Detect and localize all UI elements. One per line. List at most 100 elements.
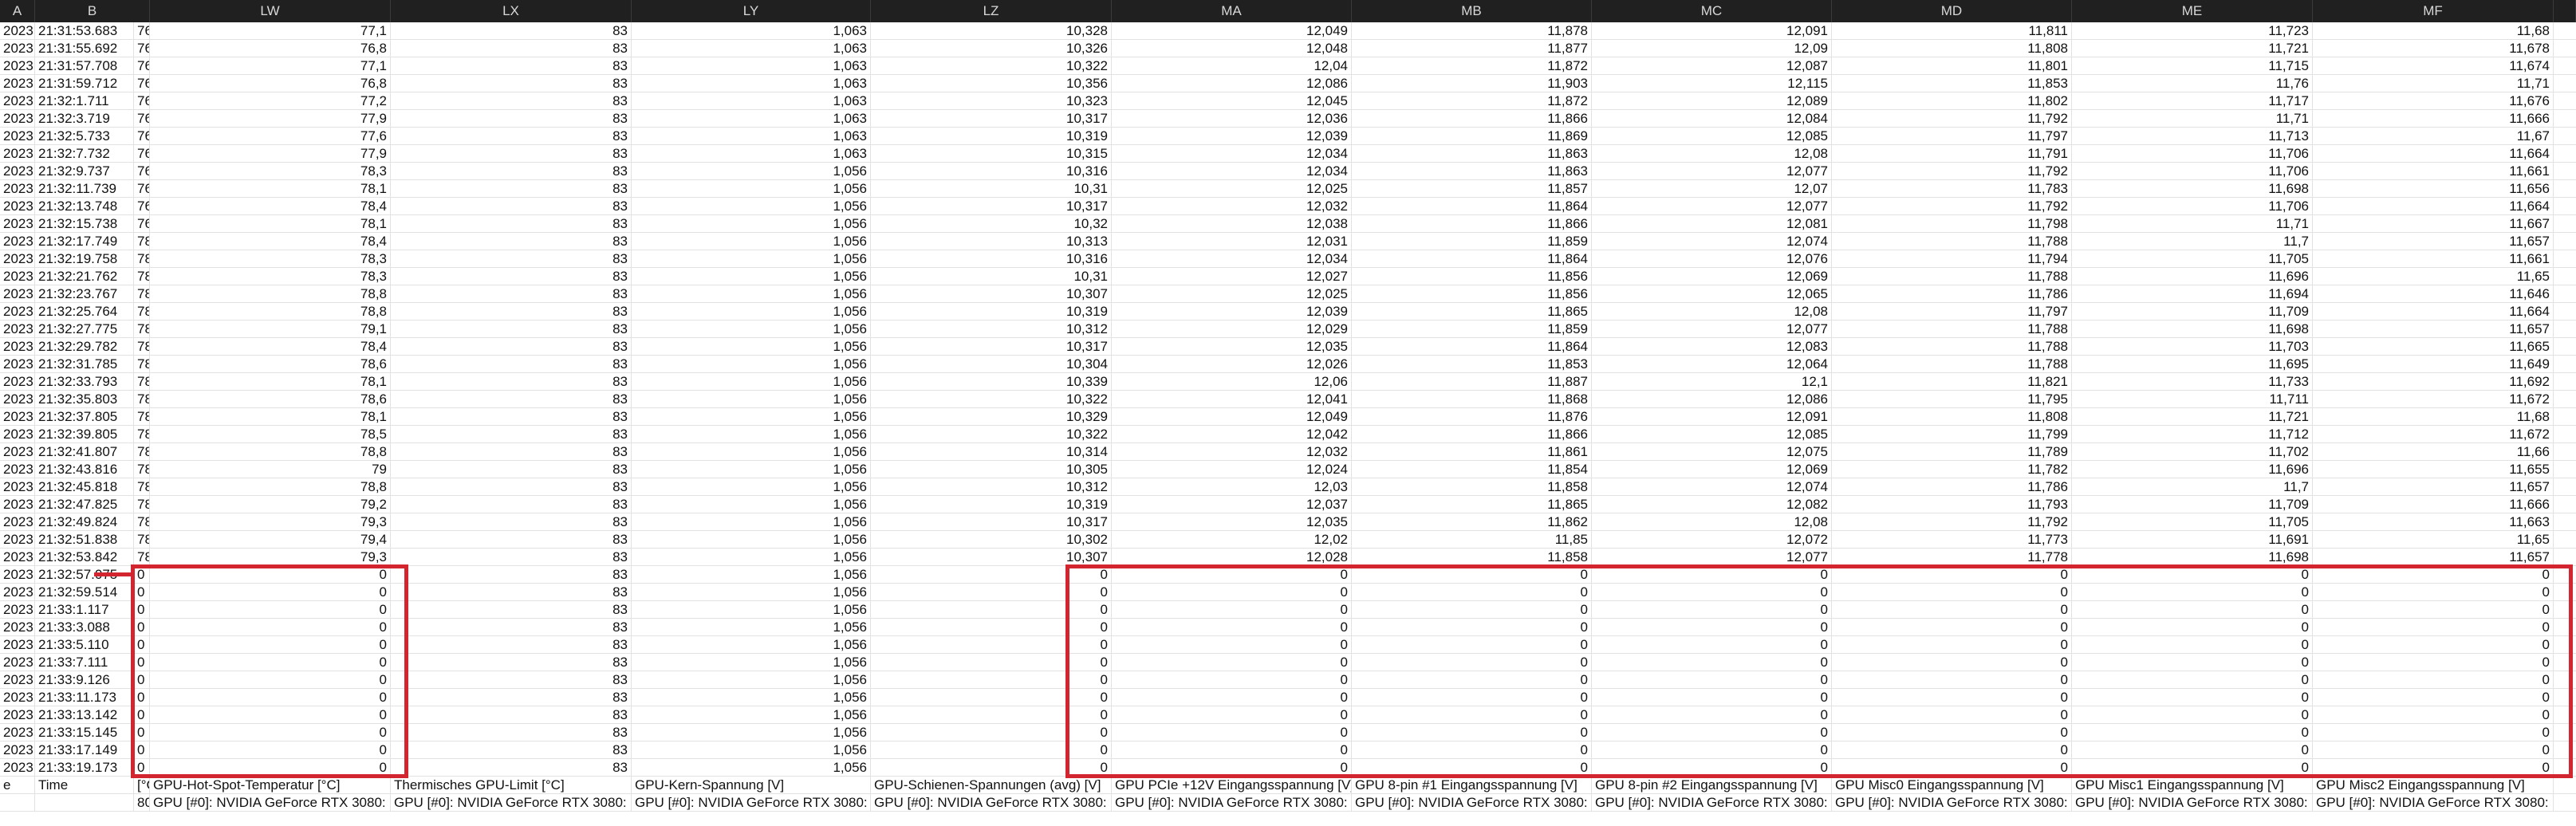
table-cell[interactable]: 78,3: [150, 268, 391, 285]
table-cell[interactable]: 11,866: [1352, 110, 1592, 127]
table-cell[interactable]: 2023: [0, 391, 35, 407]
table-cell[interactable]: 11,678: [2313, 40, 2554, 57]
table-cell[interactable]: 2023: [0, 215, 35, 232]
table-cell[interactable]: 11,802: [1832, 92, 2072, 109]
table-cell[interactable]: 0: [2072, 689, 2313, 706]
table-cell[interactable]: 2023: [0, 373, 35, 390]
table-cell[interactable]: 78: [134, 549, 150, 565]
table-cell[interactable]: 11,664: [2313, 145, 2554, 162]
table-cell[interactable]: 10,317: [871, 110, 1112, 127]
column-header[interactable]: MB: [1352, 0, 1592, 22]
table-cell[interactable]: 0: [2313, 689, 2554, 706]
table-cell[interactable]: 21:32:47.825: [35, 496, 134, 513]
table-cell[interactable]: 0: [1352, 601, 1592, 618]
table-cell[interactable]: 21:33:13.142: [35, 706, 134, 723]
table-cell[interactable]: 11,705: [2072, 513, 2313, 530]
column-header[interactable]: MD: [1832, 0, 2072, 22]
device-name-cell[interactable]: 80:: [134, 794, 150, 812]
table-cell[interactable]: 11,705: [2072, 250, 2313, 267]
table-cell[interactable]: 0: [2313, 706, 2554, 723]
table-cell[interactable]: 0: [150, 724, 391, 741]
table-cell[interactable]: 83: [391, 531, 632, 548]
table-cell[interactable]: 12,039: [1112, 303, 1352, 320]
table-cell[interactable]: 11,649: [2313, 356, 2554, 372]
device-name-cell[interactable]: GPU [#0]: NVIDIA GeForce RTX 3080:: [150, 794, 391, 812]
table-cell[interactable]: 12,065: [1592, 285, 1832, 302]
table-cell[interactable]: 11,657: [2313, 321, 2554, 337]
table-cell[interactable]: 83: [391, 268, 632, 285]
table-cell[interactable]: 0: [1832, 759, 2072, 776]
table-cell[interactable]: 11,872: [1352, 92, 1592, 109]
sensor-name-cell[interactable]: GPU 8-pin #1 Eingangsspannung [V]: [1352, 777, 1592, 794]
table-cell[interactable]: 10,305: [871, 461, 1112, 478]
table-cell[interactable]: 0: [1352, 724, 1592, 741]
table-cell[interactable]: 0: [871, 706, 1112, 723]
table-cell[interactable]: 21:31:53.683: [35, 22, 134, 39]
table-cell[interactable]: 83: [391, 57, 632, 74]
table-cell[interactable]: 12,037: [1112, 496, 1352, 513]
table-cell[interactable]: 0: [2072, 724, 2313, 741]
table-cell[interactable]: 83: [391, 706, 632, 723]
table-cell[interactable]: 12,026: [1112, 356, 1352, 372]
table-cell[interactable]: 1,056: [632, 461, 871, 478]
table-cell[interactable]: 12,024: [1112, 461, 1352, 478]
table-cell[interactable]: 12,034: [1112, 145, 1352, 162]
table-cell[interactable]: 11,666: [2313, 110, 2554, 127]
table-cell[interactable]: 12,09: [1592, 40, 1832, 57]
table-cell[interactable]: 11,788: [1832, 268, 2072, 285]
table-cell[interactable]: 10,312: [871, 478, 1112, 495]
column-header[interactable]: LY: [632, 0, 871, 22]
table-cell[interactable]: 76: [134, 215, 150, 232]
table-cell[interactable]: 78: [134, 373, 150, 390]
table-cell[interactable]: 1,056: [632, 706, 871, 723]
table-cell[interactable]: 10,322: [871, 57, 1112, 74]
table-cell[interactable]: 1,063: [632, 145, 871, 162]
table-cell[interactable]: 76,8: [150, 40, 391, 57]
table-cell[interactable]: 12,075: [1592, 443, 1832, 460]
table-cell[interactable]: 78,4: [150, 198, 391, 214]
table-cell[interactable]: 0: [1112, 671, 1352, 688]
table-cell[interactable]: 2023: [0, 496, 35, 513]
table-cell[interactable]: 78: [134, 391, 150, 407]
table-cell[interactable]: 11,698: [2072, 180, 2313, 197]
table-cell[interactable]: 83: [391, 92, 632, 109]
table-cell[interactable]: 21:32:3.719: [35, 110, 134, 127]
table-cell[interactable]: 10,323: [871, 92, 1112, 109]
table-cell[interactable]: 0: [2313, 759, 2554, 776]
table-cell[interactable]: 0: [2313, 584, 2554, 600]
table-cell[interactable]: 0: [2072, 741, 2313, 758]
table-cell[interactable]: 12,036: [1112, 110, 1352, 127]
device-name-cell[interactable]: GPU [#0]: NVIDIA GeForce RTX 3080:: [2072, 794, 2313, 812]
table-cell[interactable]: 21:33:15.145: [35, 724, 134, 741]
table-cell[interactable]: 78: [134, 443, 150, 460]
table-cell[interactable]: 77,9: [150, 145, 391, 162]
table-cell[interactable]: 11,798: [1832, 215, 2072, 232]
table-cell[interactable]: 83: [391, 128, 632, 144]
table-cell[interactable]: 79,2: [150, 496, 391, 513]
table-cell[interactable]: 11,692: [2313, 373, 2554, 390]
table-cell[interactable]: 11,864: [1352, 338, 1592, 355]
table-cell[interactable]: 83: [391, 426, 632, 442]
table-cell[interactable]: 2023: [0, 321, 35, 337]
table-cell[interactable]: 1,063: [632, 75, 871, 92]
table-cell[interactable]: 78,5: [150, 426, 391, 442]
table-cell[interactable]: 78: [134, 478, 150, 495]
table-cell[interactable]: 1,056: [632, 671, 871, 688]
table-cell[interactable]: 2023: [0, 303, 35, 320]
table-cell[interactable]: 0: [1592, 724, 1832, 741]
table-cell[interactable]: 12,027: [1112, 268, 1352, 285]
table-cell[interactable]: 83: [391, 478, 632, 495]
table-cell[interactable]: 21:32:41.807: [35, 443, 134, 460]
table-cell[interactable]: 2023: [0, 566, 35, 583]
table-cell[interactable]: 78,4: [150, 338, 391, 355]
table-cell[interactable]: 10,322: [871, 391, 1112, 407]
table-cell[interactable]: 0: [1592, 654, 1832, 671]
table-cell[interactable]: 83: [391, 636, 632, 653]
table-cell[interactable]: 11,878: [1352, 22, 1592, 39]
table-cell[interactable]: 0: [134, 741, 150, 758]
table-cell[interactable]: 10,307: [871, 549, 1112, 565]
table-cell[interactable]: 0: [134, 584, 150, 600]
table-cell[interactable]: 83: [391, 584, 632, 600]
table-cell[interactable]: 11,811: [1832, 22, 2072, 39]
table-cell[interactable]: 21:32:9.737: [35, 163, 134, 179]
